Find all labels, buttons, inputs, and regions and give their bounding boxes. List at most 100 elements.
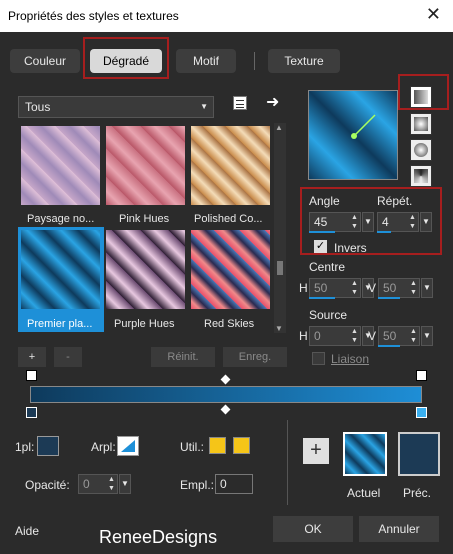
scroll-thumb[interactable] bbox=[277, 261, 283, 275]
arrow-right-icon[interactable]: ➜ bbox=[266, 92, 279, 112]
watermark: ReneeDesigns bbox=[99, 527, 218, 547]
spin-arrows-icon[interactable]: ▲ ▼ bbox=[408, 327, 419, 345]
window-title: Propriétés des styles et textures bbox=[8, 9, 179, 23]
gradient-label: Polished Co... bbox=[194, 213, 263, 225]
title-bar: Propriétés des styles et textures ✕ bbox=[0, 0, 453, 32]
link-label: Liaison bbox=[331, 352, 370, 366]
spin-arrows-icon[interactable]: ▲ ▼ bbox=[349, 279, 360, 297]
scrollbar[interactable]: ▲ ▼ bbox=[274, 123, 286, 333]
save-button[interactable]: Enreg. bbox=[223, 347, 287, 367]
current-swatch[interactable] bbox=[343, 432, 387, 476]
radial-style-icon[interactable] bbox=[410, 165, 432, 187]
center-h-spinner[interactable]: 50 ▲ ▼ bbox=[309, 278, 361, 298]
gradient-thumb[interactable] bbox=[21, 126, 100, 205]
gradient-thumb[interactable] bbox=[106, 230, 185, 309]
first-plane-swatch[interactable] bbox=[37, 436, 59, 456]
opacity-value: 0 bbox=[83, 477, 90, 491]
source-v-spinner[interactable]: 50 ▲ ▼ bbox=[378, 326, 420, 346]
reset-button[interactable]: Réinit. bbox=[151, 347, 215, 367]
source-h-spinner[interactable]: 0 ▲ ▼ bbox=[309, 326, 361, 346]
util-swatch-2[interactable] bbox=[233, 437, 250, 454]
opacity-spinner[interactable]: 0 ▲ ▼ bbox=[78, 474, 118, 494]
tab-separator bbox=[254, 52, 255, 70]
remove-gradient-button[interactable]: - bbox=[54, 347, 82, 367]
bottom-stop-right[interactable] bbox=[416, 407, 427, 418]
divider bbox=[287, 420, 288, 505]
top-midpoint-marker[interactable] bbox=[220, 374, 231, 385]
empl-field[interactable]: 0 bbox=[215, 474, 253, 494]
repeat-dropdown[interactable]: ▼ bbox=[420, 212, 432, 232]
spin-arrows-icon[interactable]: ▲ ▼ bbox=[349, 327, 360, 345]
spin-arrows-icon[interactable]: ▲ ▼ bbox=[106, 475, 117, 493]
angle-slider[interactable] bbox=[309, 231, 335, 233]
angle-spinner[interactable]: 45 ▲ ▼ bbox=[309, 212, 361, 232]
center-h-slider[interactable] bbox=[309, 297, 335, 299]
source-v-slider[interactable] bbox=[378, 345, 400, 347]
invert-label: Invers bbox=[334, 241, 367, 255]
previous-label: Préc. bbox=[403, 486, 432, 500]
util-swatch-1[interactable] bbox=[209, 437, 226, 454]
spin-arrows-icon[interactable]: ▲ ▼ bbox=[408, 279, 419, 297]
back-plane-swatch[interactable] bbox=[117, 436, 139, 456]
category-select[interactable]: Tous ▼ bbox=[18, 96, 214, 118]
spin-arrows-icon[interactable]: ▲ ▼ bbox=[349, 213, 360, 231]
invert-checkbox[interactable]: ✓ bbox=[314, 240, 327, 253]
spin-arrows-icon[interactable]: ▲ ▼ bbox=[407, 213, 418, 231]
source-v-dropdown[interactable]: ▼ bbox=[421, 326, 433, 346]
util-label: Util.: bbox=[180, 440, 204, 454]
bottom-stop-left[interactable] bbox=[26, 407, 37, 418]
source-label: Source bbox=[309, 308, 348, 322]
help-link[interactable]: Aide bbox=[15, 524, 39, 538]
center-v-dropdown[interactable]: ▼ bbox=[421, 278, 433, 298]
repeat-label: Répét. bbox=[377, 194, 413, 208]
current-label: Actuel bbox=[347, 486, 381, 500]
close-icon[interactable]: ✕ bbox=[426, 4, 441, 25]
tab-couleur[interactable]: Couleur bbox=[10, 49, 80, 73]
tab-texture[interactable]: Texture bbox=[268, 49, 340, 73]
chevron-down-icon: ▼ bbox=[200, 102, 208, 111]
linear-style-icon[interactable] bbox=[410, 86, 432, 108]
gradient-label: Red Skies bbox=[204, 318, 255, 330]
category-value: Tous bbox=[25, 100, 51, 114]
opacity-label: Opacité: bbox=[25, 478, 70, 492]
gradient-bar[interactable] bbox=[30, 386, 422, 403]
scroll-down-icon[interactable]: ▼ bbox=[275, 324, 283, 333]
center-v-slider[interactable] bbox=[378, 297, 400, 299]
link-checkbox[interactable] bbox=[312, 352, 325, 365]
add-swatch-button[interactable]: + bbox=[303, 438, 329, 464]
gradient-thumb-selected[interactable] bbox=[21, 230, 100, 309]
repeat-slider[interactable] bbox=[377, 231, 391, 233]
ok-button[interactable]: OK bbox=[273, 516, 353, 542]
center-v-value: 50 bbox=[383, 281, 397, 295]
center-v-spinner[interactable]: 50 ▲ ▼ bbox=[378, 278, 420, 298]
sunburst-style-icon[interactable] bbox=[410, 139, 432, 161]
scroll-up-icon[interactable]: ▲ bbox=[275, 123, 283, 132]
center-label: Centre bbox=[309, 260, 346, 274]
gradient-label: Pink Hues bbox=[119, 213, 170, 225]
gradient-thumb[interactable] bbox=[191, 230, 270, 309]
empl-value: 0 bbox=[220, 477, 227, 491]
add-gradient-button[interactable]: + bbox=[18, 347, 46, 367]
first-plane-label: 1pl: bbox=[15, 440, 35, 454]
tab-motif[interactable]: Motif bbox=[176, 49, 236, 73]
source-v-value: 50 bbox=[383, 329, 397, 343]
center-h-value: 50 bbox=[314, 281, 328, 295]
bottom-midpoint-marker[interactable] bbox=[220, 404, 231, 415]
opacity-dropdown[interactable]: ▼ bbox=[119, 474, 131, 494]
empl-label: Empl.: bbox=[180, 478, 215, 492]
source-h-value: 0 bbox=[314, 329, 321, 343]
angle-dropdown[interactable]: ▼ bbox=[362, 212, 374, 232]
gradient-preview[interactable] bbox=[308, 90, 398, 180]
angle-value: 45 bbox=[314, 215, 328, 229]
rectangular-style-icon[interactable] bbox=[410, 113, 432, 135]
center-v-label: V bbox=[368, 281, 377, 295]
cancel-button[interactable]: Annuler bbox=[359, 516, 439, 542]
tab-degrade[interactable]: Dégradé bbox=[90, 49, 162, 73]
previous-swatch[interactable] bbox=[398, 432, 440, 476]
repeat-spinner[interactable]: 4 ▲ ▼ bbox=[377, 212, 419, 232]
list-view-icon[interactable] bbox=[233, 96, 247, 110]
top-stop-right[interactable] bbox=[416, 370, 427, 381]
top-stop-left[interactable] bbox=[26, 370, 37, 381]
gradient-thumb[interactable] bbox=[106, 126, 185, 205]
gradient-thumb[interactable] bbox=[191, 126, 270, 205]
